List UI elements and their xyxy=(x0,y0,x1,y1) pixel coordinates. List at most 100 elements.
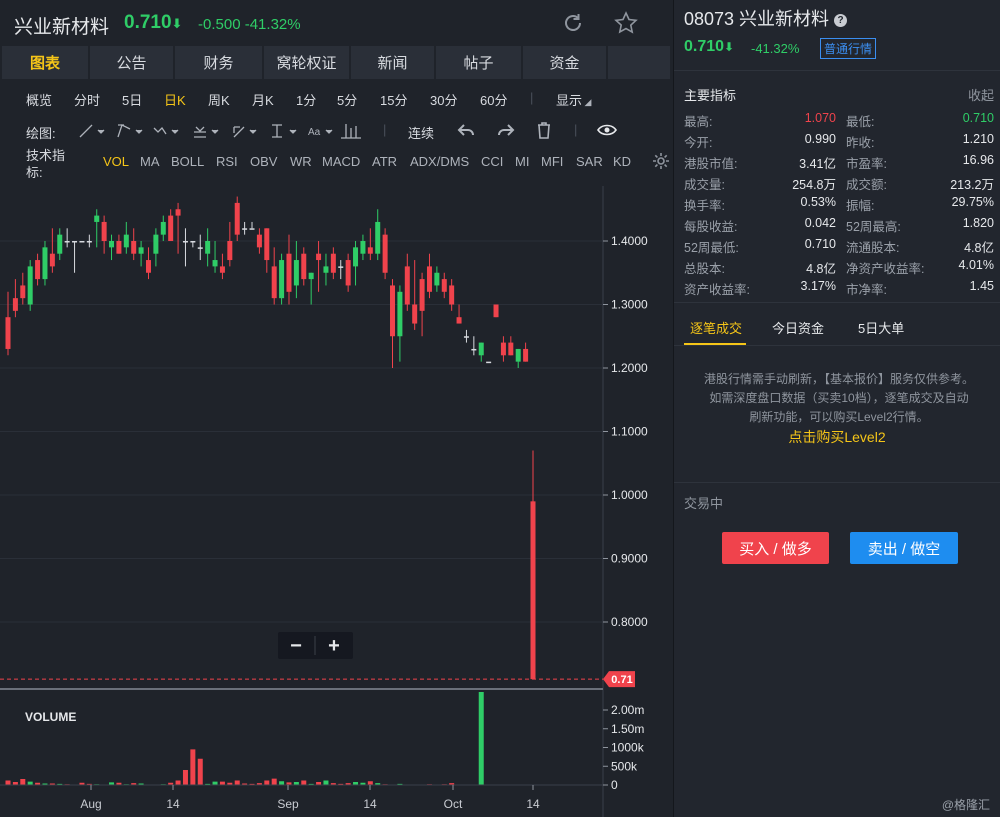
redo-icon[interactable] xyxy=(496,121,516,144)
period-5min[interactable]: 5分 xyxy=(337,90,357,109)
sell-button[interactable]: 卖出 / 做空 xyxy=(850,532,958,564)
continuous-toggle[interactable]: 连续 xyxy=(408,123,434,142)
metric-value: 4.8亿 xyxy=(806,262,836,276)
price-tick-label: 1.2000 xyxy=(611,361,648,375)
divider xyxy=(674,302,1000,303)
candle-body xyxy=(219,266,225,273)
candle-body xyxy=(308,272,314,280)
buy-level2-link[interactable]: 点击购买Level2 xyxy=(674,427,1000,447)
tab-news[interactable]: 新闻 xyxy=(351,46,434,79)
volume-tick-label: 2.00m xyxy=(611,703,644,717)
tab-chart[interactable]: 图表 xyxy=(2,46,88,79)
candle-body xyxy=(12,298,18,311)
candle-body xyxy=(64,241,70,243)
indicator-sar[interactable]: SAR xyxy=(576,154,603,169)
metric-label: 资产收益率: xyxy=(684,283,750,297)
tab-funds[interactable]: 资金 xyxy=(523,46,606,79)
period-overview[interactable]: 概览 xyxy=(26,90,52,109)
indicator-adx[interactable]: ADX/DMS xyxy=(410,154,469,169)
indicator-boll[interactable]: BOLL xyxy=(171,154,204,169)
candle-body xyxy=(160,221,166,235)
indicator-obv[interactable]: OBV xyxy=(250,154,277,169)
candle-body xyxy=(500,342,506,356)
candle-body xyxy=(345,260,351,286)
tab-posts[interactable]: 帖子 xyxy=(436,46,521,79)
candlestick-chart[interactable]: 1.4000 1.3000 1.2000 1.1000 1.0000 0.9000 0.80… xyxy=(0,186,672,817)
volume-bar xyxy=(301,780,307,785)
candle-body xyxy=(441,279,447,292)
indicator-mi[interactable]: MI xyxy=(515,154,529,169)
period-daily[interactable]: 日K xyxy=(164,90,186,109)
divider: | xyxy=(383,122,387,137)
candle-body xyxy=(123,234,129,248)
metric-value: 0.710 xyxy=(962,111,994,125)
metric-value: 0.710 xyxy=(804,237,836,251)
trash-icon[interactable] xyxy=(535,120,553,145)
zoom-out-button[interactable]: − xyxy=(290,635,302,657)
x-tick-label: Aug xyxy=(80,797,101,811)
info-note: 港股行情需手动刷新，【基本报价】服务仅供参考。如需深度盘口数据（买卖10档），逐… xyxy=(704,372,975,424)
period-60min[interactable]: 60分 xyxy=(480,90,507,109)
star-icon[interactable] xyxy=(613,10,639,36)
period-30min[interactable]: 30分 xyxy=(430,90,457,109)
indicator-wr[interactable]: WR xyxy=(290,154,312,169)
metric-row: 52周最低: 0.710 流通股本: 4.8亿 xyxy=(674,234,1000,255)
quote-type-badge[interactable]: 普通行情 xyxy=(820,38,877,59)
price-tick-label: 0.9000 xyxy=(611,552,648,566)
refresh-icon[interactable] xyxy=(560,10,586,36)
metric-label: 总股本: xyxy=(684,262,725,276)
indicator-kd[interactable]: KD xyxy=(613,154,631,169)
indicator-ma[interactable]: MA xyxy=(140,154,160,169)
candle-body xyxy=(190,241,196,243)
quote-panel: 08073 兴业新材料 ? 0.710⬇ -41.32% 普通行情 主要指标 收… xyxy=(673,0,1000,817)
metric-label: 成交额: xyxy=(846,178,887,192)
period-weekly[interactable]: 周K xyxy=(208,90,230,109)
indicator-atr[interactable]: ATR xyxy=(372,154,397,169)
drawing-tools[interactable]: Aa xyxy=(76,120,386,142)
metric-label: 昨收: xyxy=(846,136,875,150)
period-1min[interactable]: 1分 xyxy=(296,90,316,109)
indicator-rsi[interactable]: RSI xyxy=(216,154,238,169)
price-tick-label: 1.1000 xyxy=(611,425,648,439)
indicator-macd[interactable]: MACD xyxy=(322,154,360,169)
volume-tick-label: 500k xyxy=(611,759,638,773)
chart-panel: 兴业新材料 0.710⬇ -0.500 -41.32% 图表 公告 财务 窝轮权… xyxy=(0,0,672,817)
zoom-in-button[interactable]: + xyxy=(328,635,340,657)
help-icon[interactable]: ? xyxy=(834,14,848,27)
period-15min[interactable]: 15分 xyxy=(380,90,407,109)
tab-finance[interactable]: 财务 xyxy=(175,46,262,79)
indicator-cci[interactable]: CCI xyxy=(481,154,503,169)
indicator-vol[interactable]: VOL xyxy=(103,154,129,169)
volume-bar xyxy=(182,770,188,785)
candle-body xyxy=(323,266,329,273)
tab-warrants[interactable]: 窝轮权证 xyxy=(264,46,349,79)
metric-row: 最高: 1.070 最低: 0.710 xyxy=(674,108,1000,129)
display-dropdown[interactable]: 显示 ◢ xyxy=(556,90,591,109)
candle-body xyxy=(508,342,514,356)
metric-label: 52周最低: xyxy=(684,241,739,255)
undo-icon[interactable] xyxy=(456,121,476,144)
period-5day[interactable]: 5日 xyxy=(122,90,142,109)
metric-value: 3.17% xyxy=(800,279,836,293)
period-intraday[interactable]: 分时 xyxy=(74,90,100,109)
tab-announcements[interactable]: 公告 xyxy=(90,46,173,79)
divider xyxy=(674,345,1000,346)
indicator-mfi[interactable]: MFI xyxy=(541,154,563,169)
candle-body xyxy=(486,361,492,364)
buy-button[interactable]: 买入 / 做多 xyxy=(722,532,829,564)
candle-body xyxy=(49,253,55,267)
candle-body xyxy=(434,272,440,286)
tab-5day-orders[interactable]: 5日大单 xyxy=(858,318,904,337)
eye-icon[interactable] xyxy=(596,122,618,143)
collapse-button[interactable]: 收起 xyxy=(968,85,994,104)
x-tick-label: 14 xyxy=(166,797,180,811)
candle-body xyxy=(515,348,521,362)
candle-body xyxy=(523,348,529,362)
metric-row: 今开: 0.990 昨收: 1.210 xyxy=(674,129,1000,150)
period-monthly[interactable]: 月K xyxy=(252,90,274,109)
tab-trades[interactable]: 逐笔成交 xyxy=(690,318,742,337)
tab-today-funds[interactable]: 今日资金 xyxy=(772,318,824,337)
metric-label: 市盈率: xyxy=(846,157,887,171)
gear-icon[interactable] xyxy=(652,152,670,175)
candle-body xyxy=(138,247,144,254)
